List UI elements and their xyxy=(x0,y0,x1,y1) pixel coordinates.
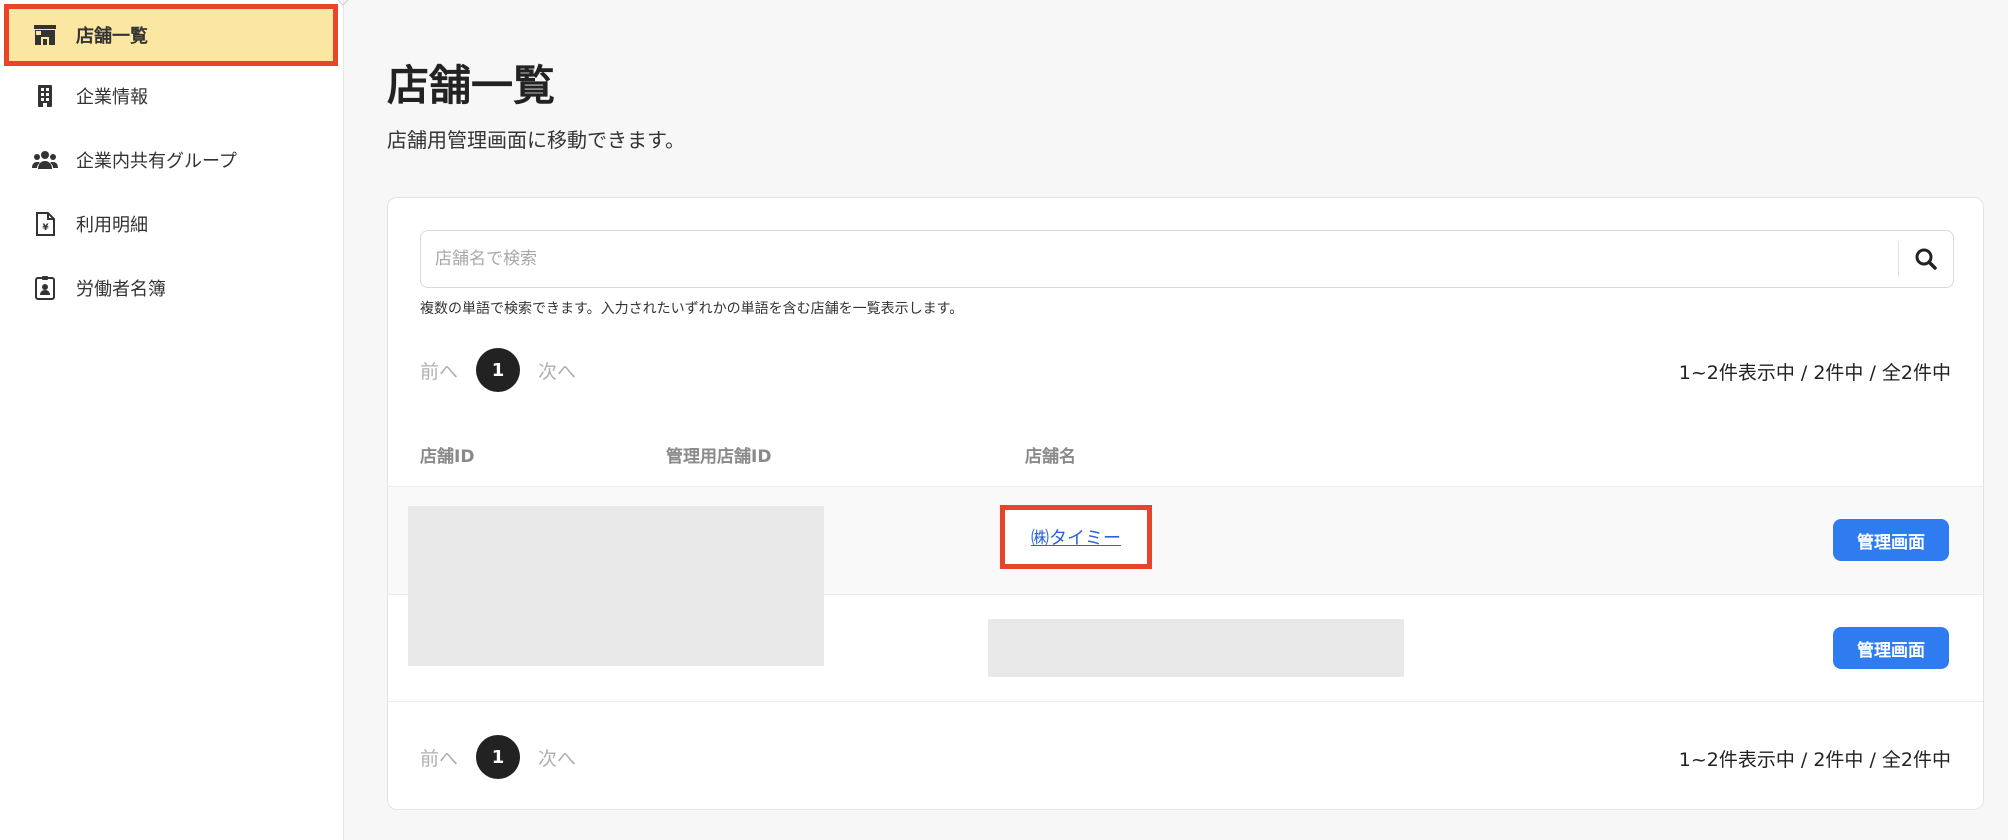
next-page-button[interactable]: 次へ xyxy=(538,357,576,384)
sidebar-item-usage-statement[interactable]: ¥ 利用明細 xyxy=(0,192,344,256)
svg-text:¥: ¥ xyxy=(42,223,49,233)
search-hint: 複数の単語で検索できます。入力されたいずれかの単語を含む店舗を一覧表示します。 xyxy=(420,301,964,317)
store-name-link[interactable]: ㈱タイミー xyxy=(1031,524,1121,550)
yen-document-icon: ¥ xyxy=(32,211,58,237)
redacted-store-name xyxy=(988,619,1404,677)
pagination-bottom: 前へ 1 次へ xyxy=(420,735,576,779)
page-subtitle: 店舗用管理画面に移動できます。 xyxy=(387,128,685,152)
search-input[interactable] xyxy=(421,231,1898,287)
pagination-top: 前へ 1 次へ xyxy=(420,348,576,392)
page-number-button[interactable]: 1 xyxy=(476,348,521,392)
store-name-highlight: ㈱タイミー xyxy=(1000,505,1152,569)
column-header-admin-store-id: 管理用店舗ID xyxy=(666,447,772,467)
search-icon xyxy=(1915,248,1937,270)
sidebar-item-label: 企業情報 xyxy=(76,87,148,108)
main-content: 店舗一覧 店舗用管理画面に移動できます。 複数の単語で検索できます。入力されたい… xyxy=(345,0,2008,840)
sidebar-item-shared-groups[interactable]: 企業内共有グループ xyxy=(0,128,344,192)
search-box xyxy=(420,230,1954,288)
search-button[interactable] xyxy=(1899,231,1953,287)
manage-screen-button[interactable]: 管理画面 xyxy=(1833,519,1949,561)
redacted-store-ids xyxy=(408,506,824,666)
page-number-button[interactable]: 1 xyxy=(476,735,521,779)
sidebar-item-company-info[interactable]: 企業情報 xyxy=(0,64,344,128)
result-count: 1~2件表示中 / 2件中 / 全2件中 xyxy=(1678,749,1951,771)
column-header-store-id: 店舗ID xyxy=(420,447,475,467)
next-page-button[interactable]: 次へ xyxy=(538,744,576,771)
sidebar-item-label: 店舗一覧 xyxy=(76,26,148,47)
sidebar-item-store-list[interactable]: 店舗一覧 xyxy=(4,4,338,66)
prev-page-button[interactable]: 前へ xyxy=(420,357,458,384)
result-count: 1~2件表示中 / 2件中 / 全2件中 xyxy=(1678,362,1951,384)
sidebar: 店舗一覧 企業情報 企業内共有グループ ¥ 利用明細 労働者名簿 xyxy=(0,0,344,840)
sidebar-item-label: 労働者名簿 xyxy=(76,279,166,300)
building-icon xyxy=(32,83,58,109)
prev-page-button[interactable]: 前へ xyxy=(420,744,458,771)
column-header-store-name: 店舗名 xyxy=(1025,447,1076,467)
sidebar-item-label: 利用明細 xyxy=(76,215,148,236)
id-badge-icon xyxy=(32,275,58,301)
page-title: 店舗一覧 xyxy=(387,61,556,110)
manage-screen-button[interactable]: 管理画面 xyxy=(1833,627,1949,669)
store-list-card: 複数の単語で検索できます。入力されたいずれかの単語を含む店舗を一覧表示します。 … xyxy=(387,197,1984,810)
store-icon xyxy=(32,22,58,48)
sidebar-item-worker-register[interactable]: 労働者名簿 xyxy=(0,256,344,320)
users-icon xyxy=(32,147,58,173)
sidebar-item-label: 企業内共有グループ xyxy=(76,151,237,172)
